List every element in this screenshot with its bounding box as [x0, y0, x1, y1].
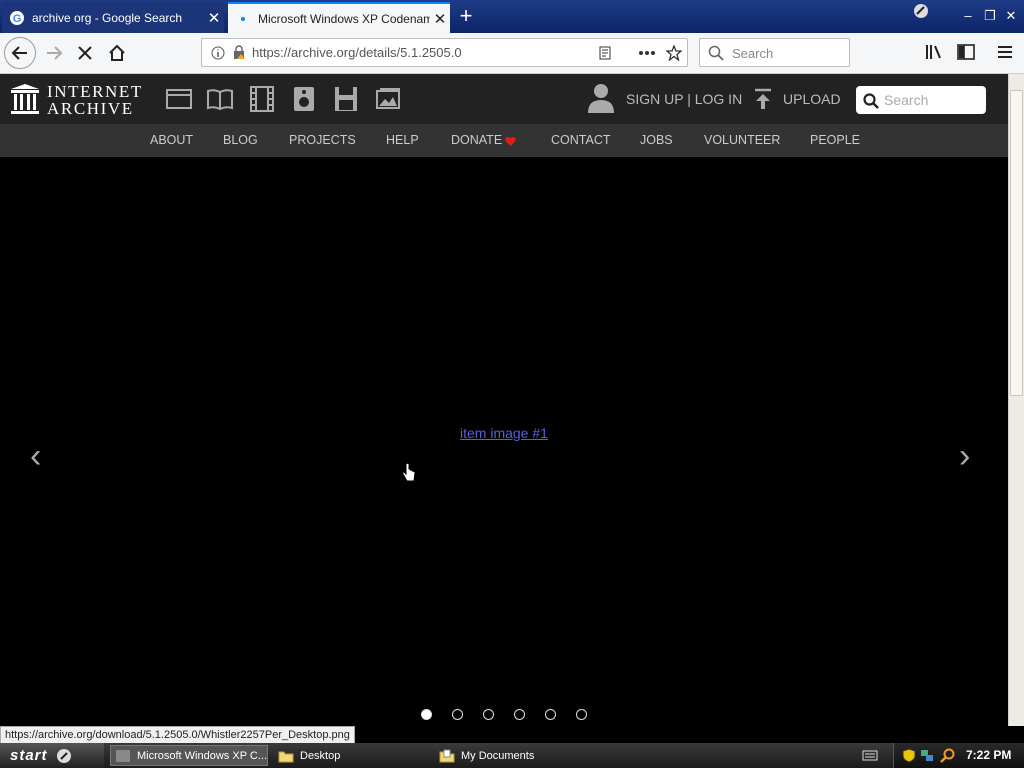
start-label: start: [10, 747, 48, 764]
system-tray: 7:22 PM: [893, 743, 1024, 768]
home-icon: [109, 44, 125, 61]
close-tab-icon[interactable]: ✕: [430, 10, 450, 28]
task-label: Desktop: [300, 749, 341, 762]
nav-contact[interactable]: CONTACT: [551, 133, 611, 147]
windows-taskbar: start Microsoft Windows XP C... Desktop …: [0, 743, 1024, 768]
upload-icon[interactable]: [753, 88, 773, 110]
url-bar[interactable]: https://archive.org/details/5.1.2505.0: [201, 38, 688, 67]
svg-text:G: G: [13, 13, 22, 25]
close-tab-icon[interactable]: ✕: [204, 9, 224, 27]
archive-building-icon: [11, 84, 39, 114]
stop-icon: [78, 46, 92, 60]
carousel-dot[interactable]: [576, 709, 587, 720]
minimize-window-icon[interactable]: –: [959, 8, 977, 24]
next-image-icon[interactable]: ›: [959, 437, 970, 476]
close-window-icon[interactable]: ✕: [1002, 8, 1020, 24]
nav-people[interactable]: PEOPLE: [810, 133, 860, 147]
taskbar-item-desktop[interactable]: Desktop: [274, 745, 429, 766]
heart-icon: [505, 137, 516, 146]
audio-icon[interactable]: [290, 86, 318, 112]
folder-icon: [278, 751, 294, 762]
tab-windows-xp[interactable]: Microsoft Windows XP Codename ✕: [228, 2, 450, 33]
nav-help[interactable]: HELP: [386, 133, 419, 147]
nav-jobs[interactable]: JOBS: [640, 133, 673, 147]
signup-login-link[interactable]: SIGN UP | LOG IN: [626, 91, 742, 107]
library-icon[interactable]: [925, 44, 943, 60]
nav-projects[interactable]: PROJECTS: [289, 133, 356, 147]
logo-line1: INTERNET: [47, 82, 143, 101]
reader-view-icon[interactable]: [598, 46, 612, 60]
search-tray-icon[interactable]: [940, 748, 955, 763]
sidebar-toggle-icon[interactable]: [957, 44, 975, 60]
search-icon: [708, 45, 724, 61]
carousel-dot[interactable]: [421, 709, 432, 720]
texts-icon[interactable]: [206, 86, 234, 112]
item-image-link[interactable]: item image #1: [460, 425, 548, 441]
upload-link[interactable]: UPLOAD: [783, 91, 841, 107]
page-scrollbar[interactable]: [1008, 74, 1024, 726]
keyboard-icon[interactable]: [862, 748, 878, 762]
google-g-icon: G: [10, 10, 24, 25]
start-orb-icon: [56, 748, 71, 763]
search-icon: [863, 93, 879, 109]
browser-tab-strip: G archive org - Google Search ✕ Microsof…: [0, 0, 1024, 33]
new-tab-button[interactable]: +: [452, 3, 480, 31]
network-icon[interactable]: [920, 748, 934, 763]
nav-donate[interactable]: DONATE: [451, 133, 502, 147]
start-button[interactable]: start: [0, 743, 104, 768]
restore-window-icon[interactable]: ❐: [981, 8, 999, 24]
ia-search-placeholder: Search: [884, 92, 929, 108]
carousel-dot[interactable]: [545, 709, 556, 720]
search-placeholder: Search: [732, 46, 774, 61]
nav-blog[interactable]: BLOG: [223, 133, 258, 147]
carousel-dot[interactable]: [483, 709, 494, 720]
taskbar-item-browser[interactable]: Microsoft Windows XP C...: [110, 745, 268, 766]
web-icon[interactable]: [165, 86, 193, 112]
stop-button[interactable]: [69, 37, 101, 69]
ia-search-input[interactable]: Search: [856, 86, 986, 114]
browser-search-bar[interactable]: Search: [699, 38, 850, 67]
nav-volunteer[interactable]: VOLUNTEER: [704, 133, 780, 147]
task-label: My Documents: [461, 749, 535, 762]
home-button[interactable]: [101, 37, 133, 69]
previous-image-icon[interactable]: ‹: [30, 437, 41, 476]
url-text: https://archive.org/details/5.1.2505.0: [252, 45, 462, 60]
private-browsing-icon: [914, 4, 928, 18]
scrollbar-thumb[interactable]: [1010, 90, 1023, 396]
tab-google-search[interactable]: G archive org - Google Search ✕: [2, 2, 224, 33]
item-image-viewer: item image #1 ‹ ›: [0, 157, 1008, 726]
lock-warning-icon[interactable]: [232, 45, 246, 60]
page-actions-icon[interactable]: [638, 50, 656, 56]
security-shield-icon[interactable]: [902, 748, 916, 763]
hamburger-menu-icon[interactable]: [997, 45, 1013, 59]
nav-about[interactable]: ABOUT: [150, 133, 193, 147]
logo-line2: ARCHIVE: [47, 99, 134, 118]
documents-folder-icon: [439, 749, 455, 762]
carousel-dot[interactable]: [452, 709, 463, 720]
taskbar-item-my-documents[interactable]: My Documents: [435, 745, 590, 766]
tab-title: archive org - Google Search: [32, 10, 183, 25]
ia-header: INTERNET ARCHIVE SIGN UP | LOG IN UPLOAD…: [0, 74, 1010, 124]
info-icon[interactable]: [211, 46, 225, 60]
carousel-dot[interactable]: [514, 709, 525, 720]
ia-logo[interactable]: INTERNET ARCHIVE: [8, 82, 148, 118]
back-arrow-icon: [11, 46, 27, 60]
forward-arrow-icon: [47, 46, 63, 60]
tab-title: Microsoft Windows XP Codename: [258, 11, 430, 26]
forward-button[interactable]: [38, 37, 70, 69]
loading-dot-icon: [241, 16, 245, 21]
clock: 7:22 PM: [966, 748, 1012, 762]
video-icon[interactable]: [248, 86, 276, 112]
software-icon[interactable]: [332, 86, 360, 112]
bookmark-star-icon[interactable]: [666, 45, 682, 61]
user-avatar-icon[interactable]: [587, 82, 615, 114]
images-icon[interactable]: [374, 86, 402, 112]
firefox-icon: [116, 749, 130, 762]
ia-top-nav: ABOUT BLOG PROJECTS HELP DONATE CONTACT …: [0, 124, 1010, 157]
browser-navbar: https://archive.org/details/5.1.2505.0 S…: [0, 33, 1024, 74]
task-label: Microsoft Windows XP C...: [137, 749, 267, 762]
hand-cursor-icon: [402, 463, 416, 482]
back-button[interactable]: [4, 37, 36, 69]
